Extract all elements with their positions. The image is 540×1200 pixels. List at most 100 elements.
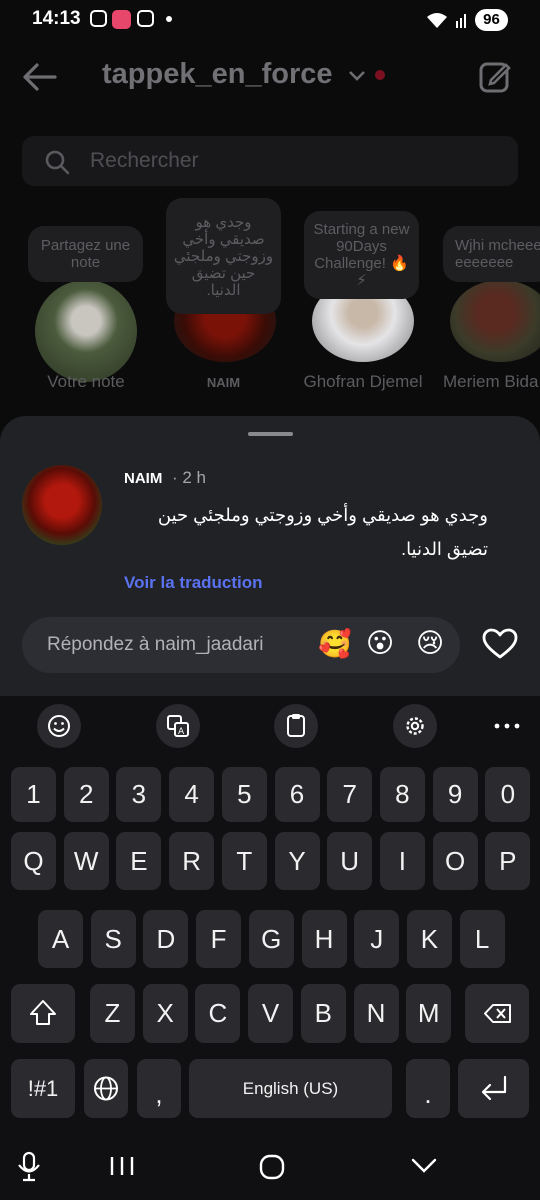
key-y[interactable]: Y [274, 832, 320, 890]
post-time: · 2 h [172, 468, 207, 487]
note-bubble[interactable]: وجدي هو صديقي وأخي وزوجتي وملجئي حين تضي… [166, 198, 281, 314]
translate-link[interactable]: Voir la traduction [124, 573, 263, 593]
note-text: وجدي هو صديقي وأخي وزوجتي وملجئي حين تضي… [173, 213, 274, 299]
gear-icon [406, 717, 424, 735]
shift-key[interactable] [11, 984, 75, 1043]
key-x[interactable]: X [142, 984, 188, 1043]
home-icon[interactable] [258, 1153, 286, 1181]
wifi-signal-icon [427, 13, 466, 28]
reaction-heart-face[interactable]: 🥰 [318, 628, 352, 660]
clipboard-icon [287, 714, 305, 737]
settings-button[interactable] [393, 704, 437, 748]
key-4[interactable]: 4 [169, 767, 215, 822]
note-text: Wjhi mcheeeeeeeeee [455, 237, 540, 271]
key-g[interactable]: G [248, 910, 294, 968]
key-z[interactable]: Z [90, 984, 135, 1043]
battery-indicator: 96 [475, 9, 508, 31]
sheet-drag-handle[interactable] [248, 432, 293, 436]
note-bubble[interactable]: Partagez une note [28, 226, 143, 282]
key-5[interactable]: 5 [221, 767, 267, 822]
search-icon [45, 150, 70, 175]
key-2[interactable]: 2 [63, 767, 109, 822]
translate-icon: A [167, 715, 189, 737]
meriem-avatar[interactable] [450, 280, 540, 362]
search-placeholder: Rechercher [90, 149, 199, 172]
microphone-icon[interactable] [16, 1150, 42, 1182]
note-bubble[interactable]: Starting a new 90Days Challenge! 🔥⚡ [304, 211, 419, 299]
notification-dot [375, 70, 385, 80]
key-a[interactable]: A [38, 910, 83, 968]
key-b[interactable]: B [300, 984, 346, 1043]
key-f[interactable]: F [196, 910, 242, 968]
author-avatar[interactable] [22, 465, 102, 545]
compose-icon[interactable] [478, 60, 512, 94]
status-time: 14:13 [32, 8, 81, 29]
language-key[interactable] [84, 1059, 128, 1118]
key-9[interactable]: 9 [432, 767, 478, 822]
emoji-button[interactable] [37, 704, 81, 748]
key-m[interactable]: M [406, 984, 452, 1043]
key-j[interactable]: J [354, 910, 400, 968]
reaction-surprised[interactable]: 😮 [366, 628, 394, 659]
key-v[interactable]: V [248, 984, 294, 1043]
symbols-key[interactable]: !#1 [11, 1059, 75, 1118]
recent-apps-icon[interactable] [108, 1155, 136, 1177]
reply-placeholder: Répondez à naim_jaadari [47, 634, 264, 655]
note-name: NAIM [206, 375, 241, 390]
more-options-icon[interactable] [494, 722, 520, 730]
key-d[interactable]: D [143, 910, 189, 968]
hide-keyboard-icon[interactable] [410, 1157, 438, 1175]
key-8[interactable]: 8 [379, 767, 425, 822]
instagram-notification-icon [137, 10, 154, 27]
globe-icon [94, 1076, 118, 1101]
svg-text:A: A [178, 727, 185, 737]
key-q[interactable]: Q [11, 832, 56, 890]
key-h[interactable]: H [301, 910, 347, 968]
author-name[interactable]: NAIM [124, 470, 162, 487]
note-name: Votre note [47, 372, 125, 391]
reaction-crying[interactable]: 😢 [416, 628, 444, 659]
key-1[interactable]: 1 [11, 767, 56, 822]
key-w[interactable]: W [63, 832, 109, 890]
key-l[interactable]: L [459, 910, 505, 968]
backspace-key[interactable] [465, 984, 529, 1043]
period-key[interactable]: . [406, 1059, 450, 1118]
comma-key[interactable]: , [137, 1059, 181, 1118]
emoji-icon [48, 715, 70, 737]
shift-icon [30, 1000, 56, 1025]
key-o[interactable]: O [432, 832, 478, 890]
key-k[interactable]: K [406, 910, 452, 968]
key-7[interactable]: 7 [327, 767, 373, 822]
key-c[interactable]: C [195, 984, 241, 1043]
enter-icon [481, 1075, 507, 1101]
note-text: Partagez une note [40, 237, 131, 271]
instagram-notification-icon [90, 10, 107, 27]
account-title[interactable]: tappek_en_force [102, 58, 333, 91]
lips-app-icon [112, 10, 131, 29]
heart-icon[interactable] [482, 628, 518, 660]
key-0[interactable]: 0 [485, 767, 531, 822]
key-n[interactable]: N [353, 984, 399, 1043]
key-e[interactable]: E [116, 832, 162, 890]
key-3[interactable]: 3 [116, 767, 162, 822]
translate-button[interactable]: A [156, 704, 200, 748]
note-bubble[interactable]: Wjhi mcheeeeeeeeee [443, 226, 540, 282]
key-6[interactable]: 6 [274, 767, 320, 822]
note-name: Ghofran Djemel [303, 372, 423, 391]
key-r[interactable]: R [169, 832, 215, 890]
clipboard-button[interactable] [274, 704, 318, 748]
backspace-icon [484, 1004, 511, 1023]
key-p[interactable]: P [485, 832, 531, 890]
key-t[interactable]: T [221, 832, 267, 890]
chevron-down-icon[interactable] [348, 70, 366, 82]
status-bar: 14:13 96 [0, 0, 540, 40]
key-s[interactable]: S [90, 910, 136, 968]
my-note-avatar[interactable] [35, 280, 137, 382]
note-message: وجدي هو صديقي وأخي وزوجتي وملجئي حين تضي… [157, 505, 488, 559]
key-i[interactable]: I [379, 832, 425, 890]
key-u[interactable]: U [327, 832, 373, 890]
note-name: Meriem Bida [443, 372, 539, 391]
enter-key[interactable] [458, 1059, 529, 1118]
space-key[interactable]: English (US) [189, 1059, 392, 1118]
back-arrow-icon[interactable] [22, 62, 58, 92]
